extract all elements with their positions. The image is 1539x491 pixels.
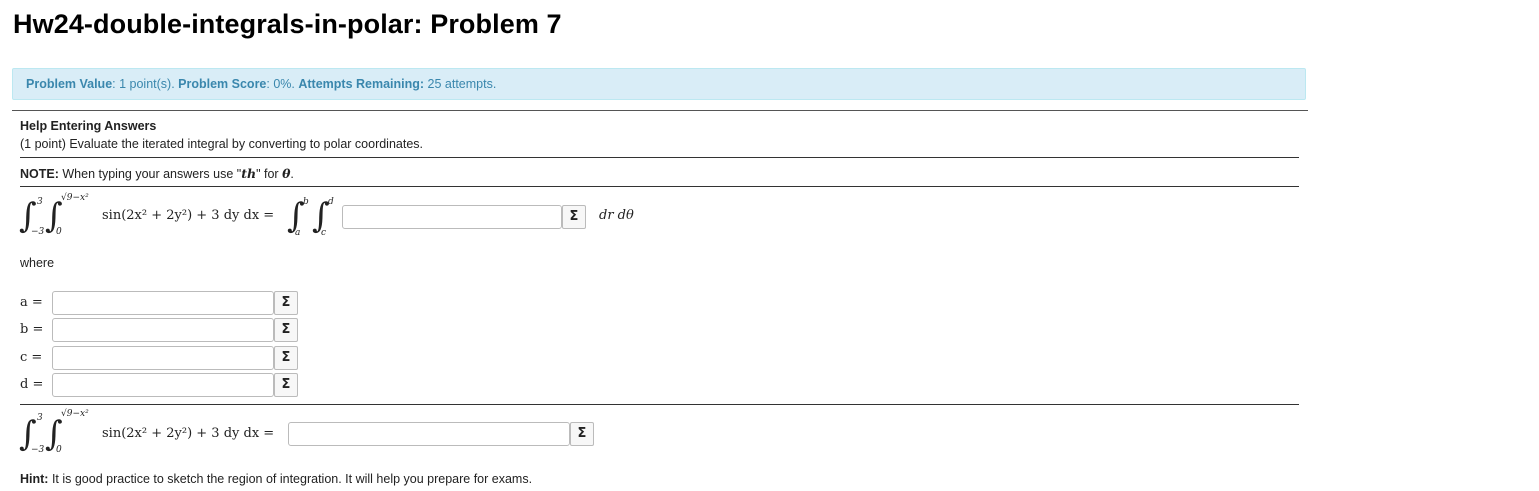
bound-d-label: d =: [20, 377, 44, 392]
polar-integrand-input[interactable]: [342, 205, 562, 229]
problem-score-label: Problem Score: [178, 77, 267, 91]
problem-statement: (1 point) Evaluate the iterated integral…: [20, 137, 424, 151]
help-entering-answers-link[interactable]: Help Entering Answers: [20, 119, 156, 133]
hint: Hint: It is good practice to sketch the …: [20, 472, 532, 486]
bound-a-input[interactable]: [52, 291, 274, 315]
divider: [20, 157, 1299, 158]
bound-b-input[interactable]: [52, 318, 274, 342]
inner-lower-limit: 0: [56, 227, 62, 237]
polar-inner-upper-limit: d: [328, 197, 334, 207]
polar-inner-lower-limit: c: [321, 228, 327, 238]
problem-score-text: : 0%.: [266, 77, 299, 91]
integrand: sin(2x² + 2y²) + 3 dy dx =: [102, 426, 275, 441]
bound-b-label: b =: [20, 322, 44, 337]
bound-a-label: a =: [20, 295, 43, 310]
note-text-after: " for: [256, 167, 283, 181]
polar-outer-lower-limit: a: [295, 228, 301, 238]
bound-d-input[interactable]: [52, 373, 274, 397]
divider: [20, 404, 1299, 405]
outer-upper-limit: 3: [37, 197, 43, 207]
page-title: Hw24-double-integrals-in-polar: Problem …: [13, 9, 562, 39]
bound-c-label: c =: [20, 350, 43, 365]
note-code: th: [241, 166, 257, 181]
outer-lower-limit: −3: [31, 445, 45, 455]
inner-upper-limit: √9−x²: [61, 193, 89, 203]
dr-dtheta-label: dr dθ: [599, 208, 634, 223]
hint-label: Hint:: [20, 472, 49, 486]
bound-c-input[interactable]: [52, 346, 274, 370]
note-end: .: [290, 167, 294, 181]
equation-editor-icon[interactable]: Σ: [570, 422, 594, 446]
equation-editor-icon[interactable]: Σ: [562, 205, 586, 229]
note-text: When typing your answers use ": [58, 167, 242, 181]
problem-value-text: : 1 point(s).: [112, 77, 179, 91]
attempts-remaining-label: Attempts Remaining:: [298, 77, 425, 91]
hint-text: It is good practice to sketch the region…: [48, 472, 533, 486]
where-text: where: [20, 256, 55, 270]
divider: [20, 186, 1299, 187]
equation-editor-icon[interactable]: Σ: [274, 318, 298, 342]
inner-upper-limit: √9−x²: [61, 409, 89, 419]
problem-value-label: Problem Value: [26, 77, 113, 91]
integrand: sin(2x² + 2y²) + 3 dy dx =: [102, 208, 275, 223]
divider: [12, 110, 1308, 111]
equation-editor-icon[interactable]: Σ: [274, 291, 298, 315]
equation-editor-icon[interactable]: Σ: [274, 373, 298, 397]
note-label: NOTE:: [20, 167, 59, 181]
problem-info-bar: Problem Value: 1 point(s). Problem Score…: [12, 68, 1306, 100]
note: NOTE: When typing your answers use "th" …: [20, 166, 294, 181]
inner-lower-limit: 0: [56, 445, 62, 455]
outer-lower-limit: −3: [31, 227, 45, 237]
equation-editor-icon[interactable]: Σ: [274, 346, 298, 370]
attempts-remaining-text: 25 attempts.: [424, 77, 497, 91]
outer-upper-limit: 3: [37, 413, 43, 423]
polar-outer-upper-limit: b: [303, 197, 309, 207]
integral-value-input[interactable]: [288, 422, 570, 446]
